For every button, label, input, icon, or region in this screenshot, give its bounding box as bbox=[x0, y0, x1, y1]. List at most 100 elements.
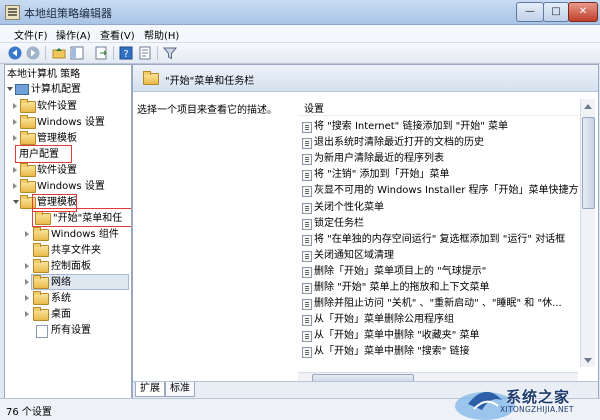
scroll-down-arrow-icon[interactable] bbox=[584, 358, 592, 363]
status-text: 76 个设置 bbox=[6, 407, 52, 418]
maximize-button[interactable]: □ bbox=[543, 2, 569, 22]
table-row[interactable]: 关闭个性化菜单 bbox=[298, 200, 578, 216]
show-hide-tree-icon[interactable] bbox=[70, 46, 84, 60]
policy-setting-label: 为新用户清除最近的程序列表 bbox=[314, 153, 444, 165]
vertical-scrollbar[interactable] bbox=[580, 99, 595, 367]
minimize-button[interactable]: — bbox=[516, 2, 544, 22]
scroll-up-arrow-icon[interactable] bbox=[584, 104, 592, 109]
table-row[interactable]: 从「开始」菜单中删除 "搜索" 链接 bbox=[298, 344, 578, 360]
computer-icon bbox=[15, 84, 29, 95]
tree-pane: 本地计算机 策略 计算机配置 软件设置 Windows 设置 管理模板 用户配置 bbox=[4, 64, 132, 399]
table-row[interactable]: 删除并阻止访问 "关机" 、"重新启动" 、"睡眠" 和 "休... bbox=[298, 296, 578, 312]
toolbar-separator bbox=[157, 46, 158, 60]
table-row[interactable]: 关闭通知区域清理 bbox=[298, 248, 578, 264]
policy-setting-icon bbox=[302, 186, 312, 198]
expand-arrow-icon[interactable] bbox=[25, 295, 29, 301]
watermark-text: 系统之家 bbox=[506, 388, 571, 406]
menu-file[interactable]: 文件(F) bbox=[14, 27, 48, 42]
settings-page-icon bbox=[36, 325, 48, 338]
table-row[interactable]: 从「开始」菜单删除公用程序组 bbox=[298, 312, 578, 328]
menu-action[interactable]: 操作(A) bbox=[56, 27, 91, 42]
tree-label: Windows 设置 bbox=[37, 117, 105, 128]
expand-arrow-icon[interactable] bbox=[13, 103, 17, 109]
menu-view[interactable]: 查看(V) bbox=[100, 27, 135, 42]
close-button[interactable]: ✕ bbox=[568, 2, 598, 22]
table-row[interactable]: 将 "注销" 添加到「开始」菜单 bbox=[298, 167, 578, 183]
table-row[interactable]: 灰显不可用的 Windows Installer 程序「开始」菜单快捷方... bbox=[298, 183, 578, 199]
policy-setting-icon bbox=[302, 218, 312, 230]
folder-icon bbox=[33, 243, 49, 257]
tree-label: 桌面 bbox=[51, 309, 71, 320]
expand-arrow-icon[interactable] bbox=[25, 311, 29, 317]
export-list-icon[interactable] bbox=[94, 46, 108, 60]
tree-label: 所有设置 bbox=[51, 325, 91, 336]
policy-setting-icon bbox=[302, 283, 312, 294]
table-row[interactable]: 删除 "开始" 菜单上的拖放和上下文菜单 bbox=[298, 280, 578, 296]
details-pane: "开始"菜单和任务栏 选择一个项目来查看它的描述。 设置 将 "搜索 Inter… bbox=[132, 64, 599, 399]
filter-icon[interactable] bbox=[163, 46, 177, 60]
title-bar[interactable]: 本地组策略编辑器 — □ ✕ bbox=[0, 0, 600, 25]
toolbar-separator bbox=[45, 46, 46, 60]
policy-setting-label: 将 "在单独的内存空间运行" 复选框添加到 "运行" 对话框 bbox=[314, 233, 566, 245]
folder-icon bbox=[20, 115, 36, 129]
expand-arrow-icon[interactable] bbox=[25, 231, 29, 237]
tree-label: 软件设置 bbox=[37, 101, 77, 112]
table-row[interactable]: 删除「开始」菜单项目上的 "气球提示" bbox=[298, 264, 578, 280]
policy-setting-label: 锁定任务栏 bbox=[314, 217, 364, 229]
policy-setting-label: 从「开始」菜单中删除 "搜索" 链接 bbox=[314, 346, 470, 358]
watermark-url: XITONGZHIJIA.NET bbox=[500, 405, 574, 414]
back-arrow-icon[interactable] bbox=[8, 46, 22, 60]
table-row[interactable]: 退出系统时清除最近打开的文档的历史 bbox=[298, 135, 578, 151]
tree-label: 软件设置 bbox=[37, 165, 77, 176]
forward-arrow-icon[interactable] bbox=[26, 46, 40, 60]
table-row[interactable]: 将 "在单独的内存空间运行" 复选框添加到 "运行" 对话框 bbox=[298, 232, 578, 248]
folder-icon bbox=[33, 275, 49, 289]
collapse-arrow-icon[interactable] bbox=[13, 200, 19, 204]
scroll-thumb[interactable] bbox=[582, 117, 595, 209]
up-folder-icon[interactable] bbox=[52, 46, 66, 60]
details-title: "开始"菜单和任务栏 bbox=[165, 76, 255, 87]
table-row[interactable]: 为新用户清除最近的程序列表 bbox=[298, 151, 578, 167]
table-row[interactable]: 将 "搜索 Internet" 链接添加到 "开始" 菜单 bbox=[298, 119, 578, 135]
policy-setting-label: 灰显不可用的 Windows Installer 程序「开始」菜单快捷方... bbox=[314, 185, 578, 197]
folder-icon bbox=[20, 163, 36, 177]
tab-standard[interactable]: 标准 bbox=[165, 382, 195, 397]
policy-setting-icon bbox=[302, 170, 312, 182]
annotation-box-start-menu bbox=[32, 208, 131, 227]
policy-setting-icon bbox=[302, 234, 312, 246]
folder-icon bbox=[33, 291, 49, 305]
tree-label: 网络 bbox=[51, 277, 71, 288]
tree-label: 管理模板 bbox=[37, 133, 77, 144]
expand-arrow-icon[interactable] bbox=[13, 167, 17, 173]
policy-setting-label: 从「开始」菜单删除公用程序组 bbox=[314, 314, 454, 326]
help-icon[interactable]: ? bbox=[119, 46, 133, 60]
properties-icon[interactable] bbox=[138, 46, 152, 60]
tree-label: Windows 设置 bbox=[37, 181, 105, 192]
window: 本地组策略编辑器 — □ ✕ 文件(F) 操作(A) 查看(V) 帮助(H) ?… bbox=[0, 0, 600, 420]
menu-help[interactable]: 帮助(H) bbox=[144, 27, 179, 42]
window-title: 本地组策略编辑器 bbox=[24, 7, 112, 20]
policy-setting-icon bbox=[302, 154, 312, 166]
folder-icon bbox=[20, 131, 36, 145]
policy-setting-label: 删除 "开始" 菜单上的拖放和上下文菜单 bbox=[314, 282, 490, 293]
expand-arrow-icon[interactable] bbox=[25, 279, 29, 285]
tab-extended[interactable]: 扩展 bbox=[135, 382, 165, 397]
table-row[interactable]: 从「开始」菜单中删除 "收藏夹" 菜单 bbox=[298, 328, 578, 344]
expand-arrow-icon[interactable] bbox=[13, 183, 17, 189]
app-icon bbox=[5, 5, 20, 20]
collapse-arrow-icon[interactable] bbox=[7, 87, 13, 91]
policy-setting-icon bbox=[302, 122, 312, 133]
expand-arrow-icon[interactable] bbox=[13, 119, 17, 125]
folder-icon bbox=[143, 71, 159, 85]
policy-setting-label: 将 "搜索 Internet" 链接添加到 "开始" 菜单 bbox=[314, 121, 508, 132]
expand-arrow-icon[interactable] bbox=[13, 135, 17, 141]
table-row[interactable]: 锁定任务栏 bbox=[298, 216, 578, 232]
folder-icon bbox=[20, 179, 36, 193]
tree-label: 控制面板 bbox=[51, 261, 91, 272]
policy-setting-icon bbox=[302, 250, 312, 262]
policy-setting-label: 关闭个性化菜单 bbox=[314, 201, 384, 213]
expand-arrow-icon[interactable] bbox=[25, 263, 29, 269]
folder-icon bbox=[20, 99, 36, 113]
policy-setting-icon bbox=[302, 347, 312, 359]
column-header-settings[interactable]: 设置 bbox=[298, 99, 578, 116]
